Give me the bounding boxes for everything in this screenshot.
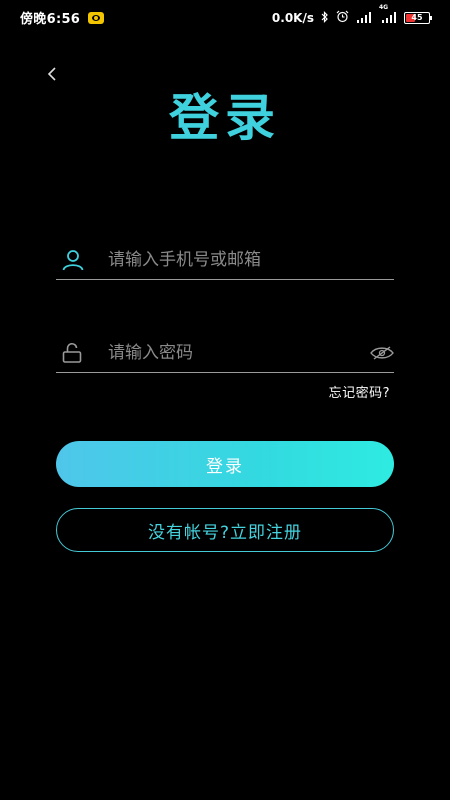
network-speed: 0.0K/s	[271, 10, 314, 25]
eye-slash-icon[interactable]	[364, 333, 394, 373]
signal-icon	[356, 8, 372, 27]
alarm-icon	[336, 8, 349, 27]
signal-4g-icon: 4G	[379, 4, 397, 27]
password-field[interactable]	[56, 332, 394, 373]
register-button[interactable]: 没有帐号?立即注册	[56, 508, 394, 552]
battery-icon: 45	[404, 11, 432, 24]
notification-badge-icon	[88, 11, 105, 24]
login-button[interactable]: 登录	[56, 441, 394, 487]
signal-4g-label: 4G	[379, 4, 389, 11]
status-bar: 傍晚6:56 0.0K/s 4G 45	[0, 0, 450, 32]
bluetooth-icon	[321, 8, 329, 27]
account-input[interactable]	[96, 239, 394, 280]
user-icon	[56, 240, 96, 280]
password-input[interactable]	[96, 332, 364, 373]
forgot-password-link[interactable]: 忘记密码?	[329, 382, 390, 401]
account-field[interactable]	[56, 239, 394, 280]
status-time: 傍晚6:56	[20, 12, 81, 27]
status-right: 0.0K/s 4G 45	[271, 4, 432, 27]
status-left: 傍晚6:56	[20, 8, 105, 27]
page-title: 登录	[169, 89, 281, 147]
lock-icon	[56, 333, 96, 373]
battery-level: 45	[411, 12, 423, 22]
